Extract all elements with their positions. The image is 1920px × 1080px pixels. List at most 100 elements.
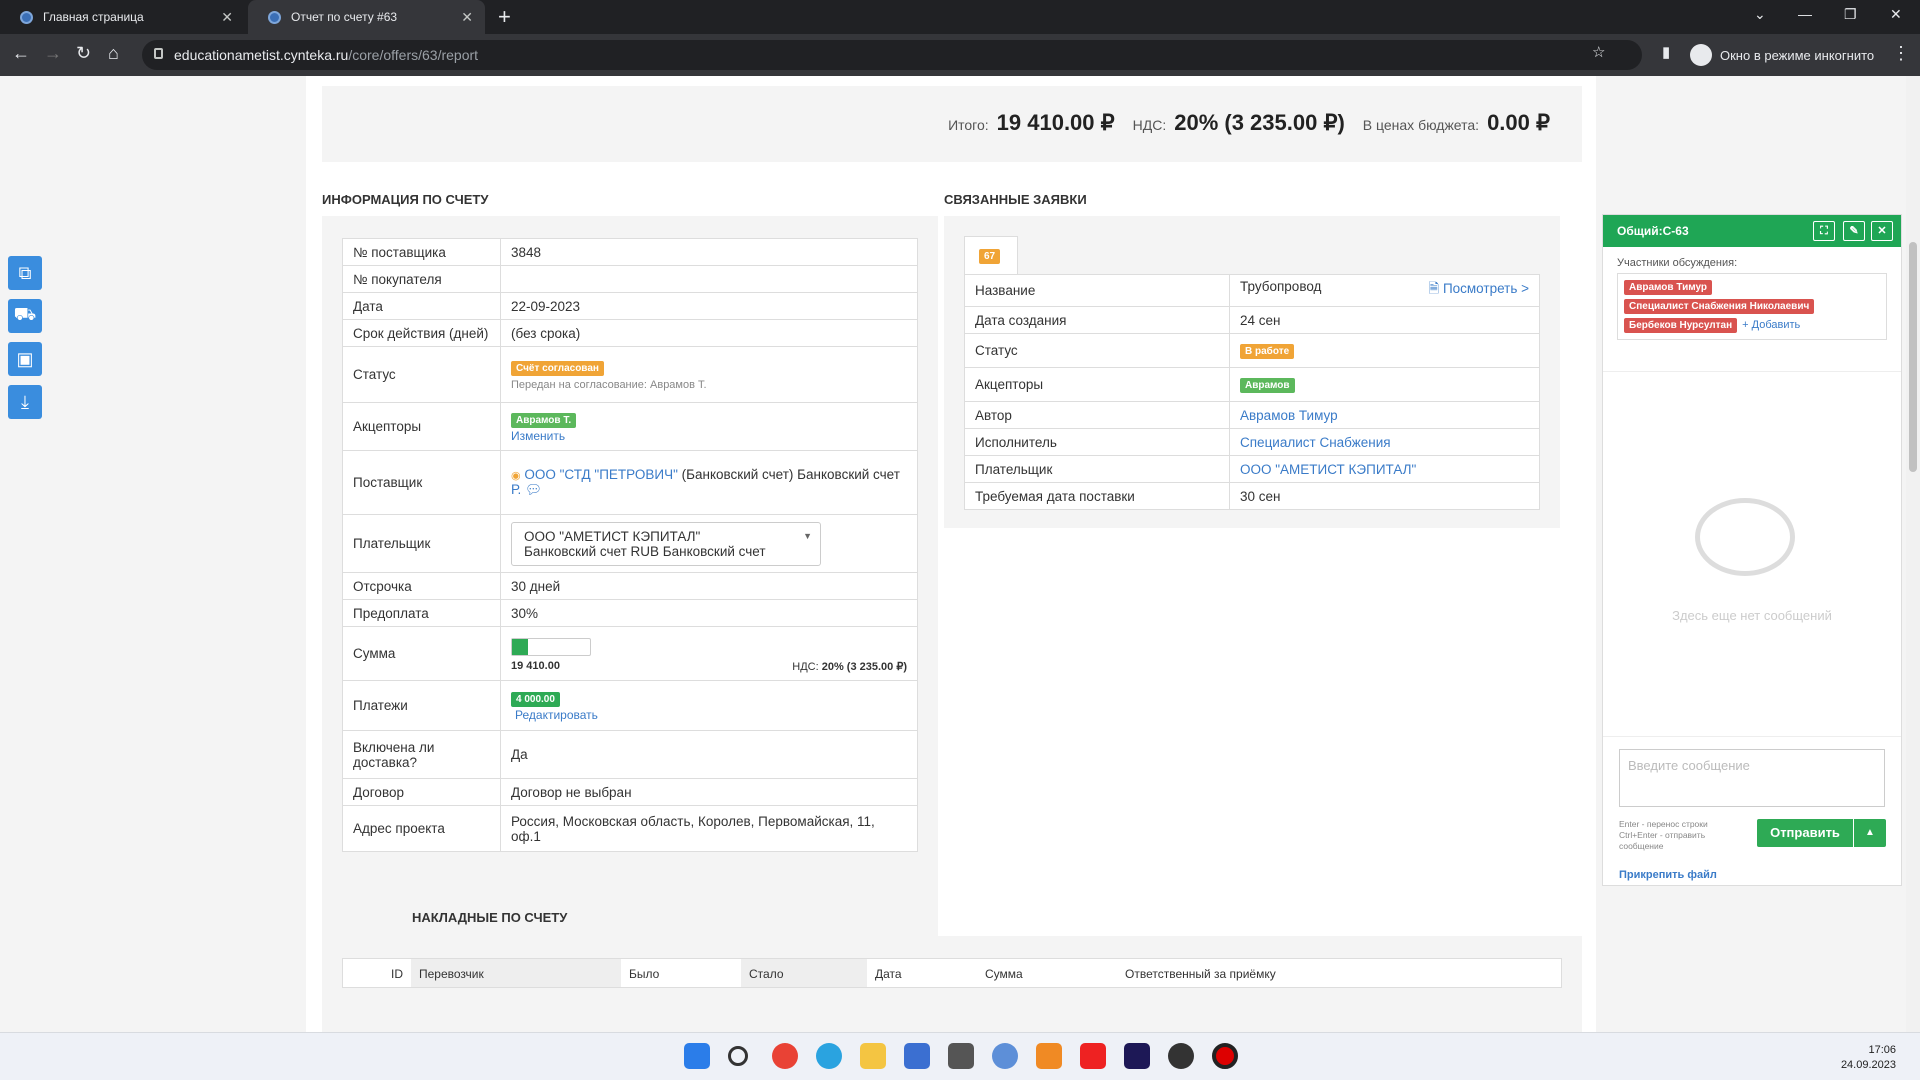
input-hint: Enter - перенос строки Ctrl+Enter - отпр…	[1619, 819, 1708, 851]
reload-icon[interactable]: ↻	[76, 43, 91, 64]
search-icon[interactable]	[728, 1046, 748, 1066]
send-button[interactable]: Отправить	[1757, 819, 1853, 847]
payment-progress-bar	[511, 638, 591, 656]
copy-icon[interactable]: ⧉	[8, 256, 42, 290]
close-window-icon[interactable]: ✕	[1890, 6, 1902, 23]
comment-icon[interactable]: 💬︎	[525, 482, 542, 497]
author-cell: Аврамов Тимур	[1229, 401, 1540, 429]
telegram-icon[interactable]	[816, 1043, 842, 1069]
tab-home[interactable]: Главная страница ✕	[0, 0, 245, 34]
steam-icon[interactable]	[1168, 1043, 1194, 1069]
vat-value: 20% (3 235.00 ₽)	[1174, 110, 1345, 135]
view-request-link[interactable]: 🗎︎ Посмотреть >	[1428, 279, 1529, 302]
executor-link[interactable]: Специалист Снабжения	[1240, 435, 1391, 450]
row-label: Дата	[342, 292, 501, 320]
address-value: Россия, Московская область, Королев, Пер…	[500, 805, 918, 852]
close-tab-icon[interactable]: ✕	[221, 9, 233, 26]
minimize-icon[interactable]: —	[1798, 6, 1812, 22]
contract-value: Договор не выбран	[500, 778, 918, 806]
participant-badge[interactable]: Аврамов Тимур	[1624, 280, 1713, 295]
incognito-icon	[1690, 44, 1712, 66]
system-clock[interactable]: 17:06 24.09.2023	[1841, 1043, 1896, 1073]
send-options-icon[interactable]: ▲	[1854, 819, 1886, 847]
bookmark-star-icon[interactable]: ☆	[1592, 43, 1605, 61]
back-icon[interactable]: ←	[12, 43, 30, 64]
truck-icon[interactable]: ⛟	[8, 299, 42, 333]
table-row: Дата создания 24 сен	[964, 306, 1540, 334]
row-label: № покупателя	[342, 265, 501, 293]
calculator-icon[interactable]	[948, 1043, 974, 1069]
supplier-link[interactable]: ООО "СТД "ПЕТРОВИЧ"	[524, 467, 678, 482]
yandex-icon[interactable]	[1080, 1043, 1106, 1069]
chevron-down-icon: ▼	[803, 530, 812, 541]
download-icon[interactable]: ⤓	[8, 385, 42, 419]
tab-title: Главная страница	[43, 10, 144, 24]
col-carrier[interactable]: Перевозчик	[411, 959, 621, 987]
expand-icon[interactable]: ⛶	[1813, 221, 1835, 241]
close-tab-icon[interactable]: ✕	[461, 9, 473, 26]
payer-link[interactable]: ООО "АМЕТИСТ КЭПИТАЛ"	[1240, 462, 1416, 477]
payer-select[interactable]: ООО "АМЕТИСТ КЭПИТАЛ" Банковский счет RU…	[511, 521, 821, 566]
file-explorer-icon[interactable]	[860, 1043, 886, 1069]
forward-icon[interactable]: →	[44, 43, 62, 64]
home-icon[interactable]: ⌂	[108, 43, 119, 64]
author-link[interactable]: Аврамов Тимур	[1240, 408, 1338, 423]
money-icon[interactable]: ▣	[8, 342, 42, 376]
col-date[interactable]: Дата	[867, 959, 977, 987]
notepad-icon[interactable]	[904, 1043, 930, 1069]
col-id[interactable]: ID	[343, 959, 411, 987]
attach-file-link[interactable]: Прикрепить файл	[1619, 869, 1717, 881]
table-row: Требуемая дата поставки 30 сен	[964, 482, 1540, 510]
row-label: Плательщик	[964, 455, 1230, 483]
message-input[interactable]: Введите сообщение	[1619, 749, 1885, 807]
sublime-text-icon[interactable]	[1036, 1043, 1062, 1069]
supplier-account: (Банковский счет) Банковский счет	[681, 467, 900, 482]
change-acceptors-link[interactable]: Изменить	[511, 429, 565, 443]
browser-menu-icon[interactable]: ⋮	[1892, 43, 1910, 64]
table-row: Срок действия (дней) (без срока)	[342, 319, 918, 347]
related-requests-panel: 67 Название Трубопровод 🗎︎ Посмотреть > …	[944, 216, 1560, 528]
payment-progress-fill	[512, 639, 529, 655]
col-before[interactable]: Было	[621, 959, 741, 987]
restore-icon[interactable]: ❐	[1844, 6, 1857, 23]
new-tab-icon[interactable]: +	[498, 4, 511, 30]
table-row: Плательщик ООО "АМЕТИСТ КЭПИТАЛ"	[964, 455, 1540, 483]
col-responsible[interactable]: Ответственный за приёмку	[1117, 959, 1284, 987]
executor-cell: Специалист Снабжения	[1229, 428, 1540, 456]
chrome-icon[interactable]	[772, 1043, 798, 1069]
clock-time: 17:06	[1868, 1044, 1896, 1056]
status-cell: Счёт согласован Передан на согласование:…	[500, 346, 918, 403]
address-bar[interactable]: educationametist.cynteka.ru/core/offers/…	[142, 40, 1642, 70]
lock-icon	[154, 48, 163, 59]
col-after[interactable]: Стало	[741, 959, 867, 987]
participant-badge[interactable]: Специалист Снабжения Николаевич	[1624, 299, 1815, 314]
edit-payments-link[interactable]: Редактировать	[515, 708, 598, 722]
supplier-cell: ◉ ООО "СТД "ПЕТРОВИЧ" (Банковский счет) …	[500, 450, 918, 515]
supplier-short-link[interactable]: Р.	[511, 482, 521, 497]
premiere-pro-icon[interactable]	[1124, 1043, 1150, 1069]
participant-badge[interactable]: Бербеков Нурсултан	[1624, 318, 1738, 333]
row-label: Статус	[342, 346, 501, 403]
related-request-tab[interactable]: 67	[964, 236, 1018, 274]
total-value: 19 410.00 ₽	[996, 110, 1115, 135]
side-panel-icon[interactable]: ▮	[1662, 43, 1670, 61]
messages-area: Здесь еще нет сообщений	[1603, 371, 1901, 737]
totals-panel: Итого: 19 410.00 ₽ НДС: 20% (3 235.00 ₽)…	[322, 86, 1582, 162]
page-scrollbar[interactable]	[1906, 76, 1920, 1032]
sum-vat-label: НДС:	[792, 661, 819, 673]
scrollbar-thumb[interactable]	[1909, 242, 1917, 472]
table-row: Дата 22-09-2023	[342, 292, 918, 320]
table-row: № покупателя	[342, 265, 918, 293]
incognito-indicator[interactable]: Окно в режиме инкогнито	[1690, 41, 1874, 69]
pin-icon[interactable]: ✎	[1843, 221, 1865, 241]
settings-icon[interactable]	[992, 1043, 1018, 1069]
tab-invoice-report[interactable]: Отчет по счету #63 ✕	[248, 0, 485, 34]
col-sum[interactable]: Сумма	[977, 959, 1117, 987]
windows-start-icon[interactable]	[684, 1043, 710, 1069]
add-participant-link[interactable]: + Добавить	[1742, 319, 1800, 331]
payment-badge[interactable]: 4 000.00	[511, 691, 560, 707]
tab-search-icon[interactable]: ⌄	[1754, 6, 1766, 23]
record-icon[interactable]	[1212, 1043, 1238, 1069]
close-icon[interactable]: ✕	[1871, 221, 1893, 241]
table-row: № поставщика 3848	[342, 238, 918, 266]
